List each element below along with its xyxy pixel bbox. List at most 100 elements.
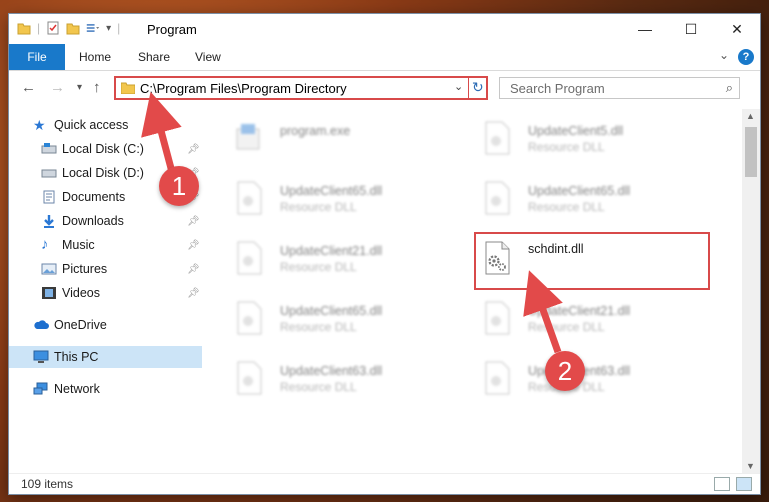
navigation-bar: ← → ▾ ↑ C:\Program Files\Program Directo… (9, 71, 760, 105)
file-type: Resource DLL (528, 320, 605, 334)
sidebar-item-label: OneDrive (54, 318, 107, 332)
pin-icon[interactable]: 📌︎ (187, 216, 200, 227)
sidebar-item-videos[interactable]: Videos 📌︎ (9, 282, 202, 304)
chevron-down-icon[interactable]: ⌄ (719, 48, 729, 62)
address-separator (468, 78, 469, 98)
file-name: UpdateClient65.dll (280, 304, 383, 318)
pin-icon[interactable]: 📌︎ (187, 288, 200, 299)
sidebar-item-pictures[interactable]: Pictures 📌︎ (9, 258, 202, 280)
file-item[interactable]: UpdateClient21.dll Resource DLL (452, 295, 690, 345)
title-bar: | ▾ | Program — ☐ ✕ (9, 14, 760, 44)
ribbon-tabs: File Home Share View ⌄ ? (9, 44, 760, 71)
sidebar-item-network[interactable]: Network (9, 378, 202, 400)
address-path[interactable]: C:\Program Files\Program Directory (140, 81, 347, 96)
sidebar-item-this-pc[interactable]: This PC (9, 346, 202, 368)
dll-file-icon (237, 361, 262, 395)
tab-file[interactable]: File (9, 44, 65, 70)
file-name: UpdateClient5.dll (528, 124, 624, 138)
network-icon (33, 382, 48, 395)
chevron-down-icon[interactable]: ⌄ (454, 80, 463, 93)
explorer-window: | ▾ | Program — ☐ ✕ File Home Share View… (9, 14, 760, 494)
file-name: UpdateClient21.dll (528, 304, 631, 318)
file-name: program.exe (280, 124, 351, 138)
tab-view[interactable]: View (195, 44, 221, 70)
dll-file-icon (237, 241, 262, 275)
details-view-icon[interactable] (714, 477, 730, 491)
quick-access-toolbar: | ▾ | (17, 21, 120, 35)
dll-file-icon (237, 301, 262, 335)
window-title: Program (147, 22, 197, 37)
refresh-icon[interactable]: ↻ (472, 79, 484, 96)
sidebar-item-local-disk-c[interactable]: Local Disk (C:) 📌︎ (9, 138, 202, 160)
file-item[interactable]: UpdateClient65.dll Resource DLL (204, 295, 442, 345)
new-folder-icon[interactable] (66, 21, 80, 35)
sidebar-item-label: Local Disk (D:) (62, 166, 144, 180)
pictures-icon (41, 263, 57, 275)
large-icons-view-icon[interactable] (736, 477, 752, 491)
chevron-down-icon[interactable]: ▾ (106, 23, 111, 34)
file-item[interactable]: UpdateClient21.dll Resource DLL (204, 235, 442, 285)
file-item[interactable]: UpdateClient63.dll Resource DLL (204, 355, 442, 405)
drive-icon (41, 169, 57, 178)
file-type: Resource DLL (280, 380, 357, 394)
sidebar-item-quick-access[interactable]: ★ Quick access (9, 114, 202, 136)
sidebar-item-label: Network (54, 382, 100, 396)
dll-file-icon (485, 181, 510, 215)
dll-file-icon (485, 361, 510, 395)
properties-icon[interactable] (46, 21, 60, 35)
qat-divider: | (117, 21, 121, 35)
scroll-up-icon[interactable]: ▲ (746, 111, 755, 121)
sidebar-item-onedrive[interactable]: OneDrive (9, 314, 202, 336)
file-type: Resource DLL (528, 140, 605, 154)
status-bar: 109 items (9, 473, 760, 495)
sidebar-item-music[interactable]: ♪ Music 📌︎ (9, 234, 202, 256)
search-placeholder: Search Program (510, 81, 605, 96)
minimize-button[interactable]: — (622, 14, 668, 44)
customize-qat-icon[interactable] (86, 21, 100, 35)
tab-share[interactable]: Share (138, 44, 170, 70)
file-item[interactable]: UpdateClient65.dll Resource DLL (204, 175, 442, 225)
maximize-button[interactable]: ☐ (668, 14, 714, 44)
pin-icon[interactable]: 📌︎ (187, 240, 200, 251)
tab-home[interactable]: Home (79, 44, 111, 70)
file-item[interactable]: UpdateClient65.dll Resource DLL (452, 175, 690, 225)
sidebar-item-label: This PC (54, 350, 99, 364)
exe-icon (236, 124, 260, 150)
pin-icon[interactable]: 📌︎ (187, 144, 200, 155)
folder-icon (121, 82, 135, 94)
file-type: Resource DLL (528, 200, 605, 214)
sidebar-item-label: Documents (62, 190, 126, 204)
close-button[interactable]: ✕ (714, 14, 760, 44)
folder-icon[interactable] (17, 21, 31, 35)
search-icon[interactable]: ⌕ (726, 80, 733, 96)
scroll-down-icon[interactable]: ▼ (746, 461, 755, 471)
star-icon: ★ (33, 117, 46, 133)
recent-locations-icon[interactable]: ▾ (77, 82, 82, 93)
pin-icon[interactable]: 📌︎ (187, 264, 200, 275)
sidebar-item-downloads[interactable]: Downloads 📌︎ (9, 210, 202, 232)
file-type: Resource DLL (280, 260, 357, 274)
file-type: Resource DLL (280, 200, 357, 214)
drive-icon (41, 143, 57, 154)
file-name: UpdateClient21.dll (280, 244, 383, 258)
help-button[interactable]: ? (738, 49, 754, 65)
highlight-box-file (474, 232, 710, 290)
dll-file-icon (485, 301, 510, 335)
forward-arrow-icon[interactable]: → (50, 79, 65, 96)
search-input[interactable]: Search Program ⌕ (499, 77, 740, 99)
file-item[interactable]: program.exe (204, 115, 442, 165)
sidebar-item-label: Local Disk (C:) (62, 142, 144, 156)
file-name: UpdateClient63.dll (280, 364, 383, 378)
address-bar[interactable]: C:\Program Files\Program Directory ⌄ ↻ (114, 76, 488, 100)
cloud-icon (34, 320, 49, 329)
callout-badge-2: 2 (545, 351, 585, 391)
up-arrow-icon[interactable]: ↑ (93, 79, 101, 96)
file-item[interactable]: UpdateClient5.dll Resource DLL (452, 115, 690, 165)
sidebar-item-label: Pictures (62, 262, 108, 276)
dll-file-icon (237, 181, 262, 215)
download-icon (44, 215, 54, 228)
vertical-scrollbar[interactable]: ▲ ▼ (742, 109, 760, 473)
back-arrow-icon[interactable]: ← (21, 79, 36, 96)
scroll-thumb[interactable] (745, 127, 757, 177)
navigation-pane: ★ Quick access Local Disk (C:) 📌︎ Local … (9, 109, 202, 439)
